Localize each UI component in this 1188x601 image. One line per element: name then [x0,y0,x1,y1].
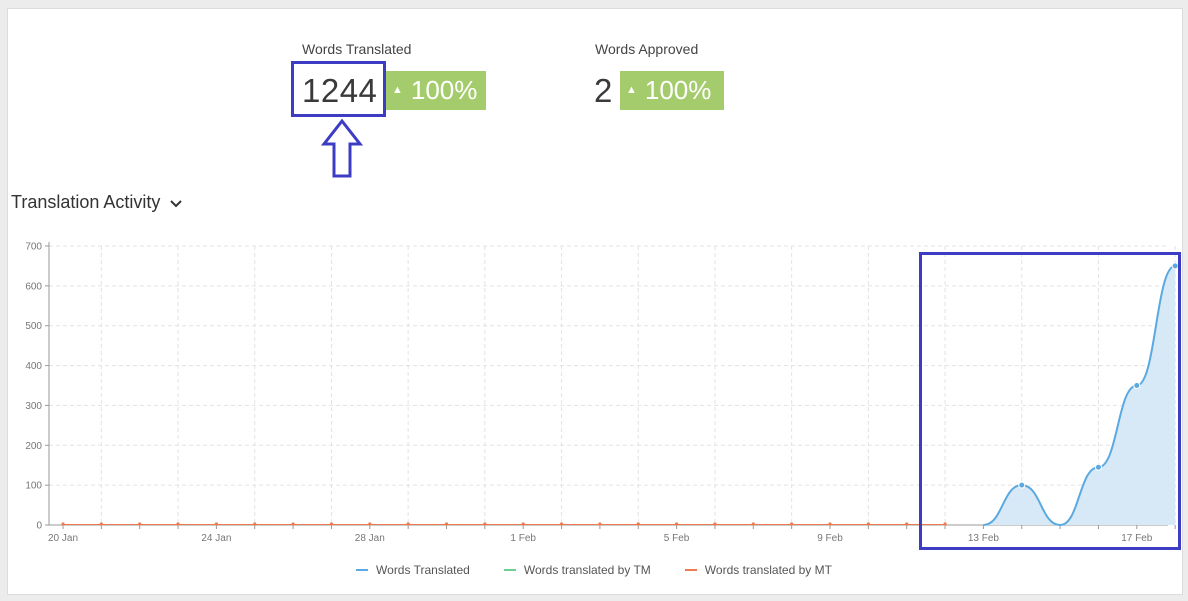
legend-label: Words translated by TM [523,563,651,577]
chart-legend: Words Translated Words translated by TM … [0,563,1188,577]
x-tick-label: 20 Jan [48,533,78,544]
legend-item-words-tm[interactable]: Words translated by TM [503,563,651,577]
legend-swatch [356,569,369,571]
y-tick-label: 700 [25,242,42,253]
y-tick-label: 100 [25,481,42,492]
legend-swatch [684,569,697,571]
y-tick-label: 300 [25,401,42,412]
y-tick-label: 500 [25,321,42,332]
legend-item-words-mt[interactable]: Words translated by MT [684,563,832,577]
highlight-box-chart-region [919,252,1181,550]
x-tick-label: 28 Jan [355,533,385,544]
legend-swatch [503,569,516,571]
x-tick-label: 9 Feb [817,533,843,544]
y-tick-label: 600 [25,281,42,292]
x-tick-label: 24 Jan [201,533,231,544]
legend-item-words-translated[interactable]: Words Translated [356,563,470,577]
y-tick-label: 0 [36,521,42,532]
x-tick-label: 1 Feb [510,533,536,544]
legend-label: Words translated by MT [704,563,832,577]
legend-label: Words Translated [376,563,470,577]
y-tick-label: 200 [25,441,42,452]
y-tick-label: 400 [25,361,42,372]
x-tick-label: 5 Feb [664,533,690,544]
